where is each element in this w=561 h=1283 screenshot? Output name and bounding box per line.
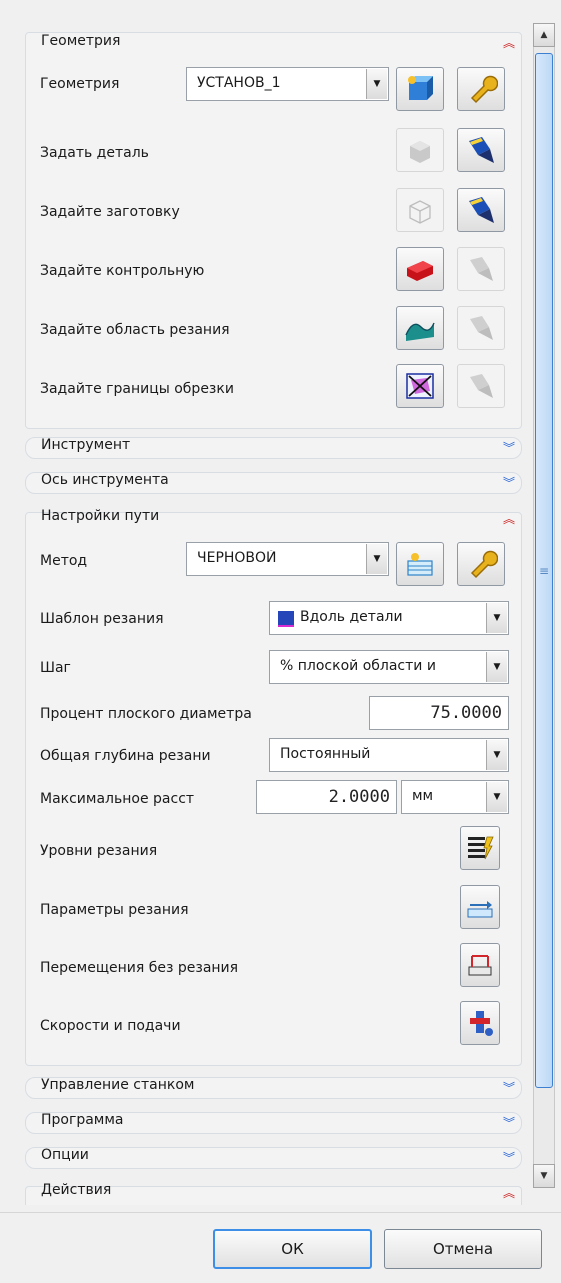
- method-select-value: ЧЕРНОВОЙ: [197, 550, 277, 566]
- expand-machine-control-icon[interactable]: ︾: [503, 1081, 515, 1095]
- trim-boundary-icon: [406, 373, 434, 399]
- new-geometry-icon: [408, 76, 433, 100]
- flat-diameter-percent-input[interactable]: 75.0000: [369, 696, 509, 730]
- chevron-down-icon[interactable]: ▼: [366, 69, 387, 99]
- flashlight-icon: [469, 197, 494, 223]
- expand-tool-icon[interactable]: ︾: [503, 441, 515, 455]
- specify-blank-label: Задайте заготовку: [40, 204, 180, 220]
- select-part-button[interactable]: [457, 128, 505, 172]
- feeds-speeds-button[interactable]: [460, 1001, 500, 1045]
- wrench-icon: [470, 550, 498, 579]
- total-depth-value: Постоянный: [280, 746, 371, 762]
- cut-parameters-icon: [467, 901, 493, 918]
- chevron-down-icon[interactable]: ▼: [366, 544, 387, 574]
- max-distance-input[interactable]: 2.0000: [256, 780, 397, 814]
- max-distance-label: Максимальное расст: [40, 791, 195, 807]
- scroll-up-button[interactable]: ▲: [533, 23, 555, 47]
- flat-diameter-percent-label: Процент плоского диаметра: [40, 706, 252, 722]
- geometry-label: Геометрия: [40, 76, 120, 92]
- ok-button[interactable]: ОК: [213, 1229, 372, 1269]
- geometry-select-value: УСТАНОВ_1: [197, 75, 281, 91]
- display-blank-button[interactable]: [396, 188, 444, 232]
- edit-geometry-button[interactable]: [457, 67, 505, 111]
- total-depth-label: Общая глубина резани: [40, 748, 211, 764]
- collapse-path-settings-icon[interactable]: ︽: [503, 512, 515, 526]
- scroll-thumb[interactable]: ≡: [535, 53, 553, 1088]
- new-geometry-button[interactable]: [396, 67, 444, 111]
- specify-part-label: Задать деталь: [40, 145, 149, 161]
- chevron-down-icon[interactable]: ▼: [486, 740, 507, 770]
- cut-parameters-button[interactable]: [460, 885, 500, 929]
- feeds-speeds-label: Скорости и подачи: [40, 1018, 181, 1034]
- wrench-icon: [470, 75, 498, 104]
- stepover-label: Шаг: [40, 660, 71, 676]
- follow-part-icon: [278, 611, 294, 627]
- stepover-value: % плоской области и: [280, 658, 436, 674]
- section-title-geometry[interactable]: Геометрия: [41, 33, 120, 49]
- chevron-down-icon[interactable]: ▼: [486, 652, 507, 682]
- expand-tool-axis-icon[interactable]: ︾: [503, 476, 515, 490]
- section-title-machine-control[interactable]: Управление станком: [41, 1077, 194, 1093]
- grip-icon: ≡: [538, 563, 550, 578]
- display-check-button[interactable]: [396, 247, 444, 291]
- section-title-path-settings[interactable]: Настройки пути: [41, 508, 159, 524]
- stepover-select[interactable]: % плоской области и ▼: [269, 650, 509, 684]
- flashlight-disabled-icon: [470, 374, 493, 398]
- footer-divider: [0, 1212, 561, 1213]
- chevron-down-icon[interactable]: ▼: [486, 603, 507, 633]
- max-distance-unit-select[interactable]: мм ▼: [401, 780, 509, 814]
- select-blank-button[interactable]: [457, 188, 505, 232]
- cut-parameters-label: Параметры резания: [40, 902, 189, 918]
- select-trim-boundaries-button[interactable]: [457, 364, 505, 408]
- cube-wireframe-icon: [409, 200, 431, 224]
- expand-program-icon[interactable]: ︾: [503, 1116, 515, 1130]
- section-title-actions[interactable]: Действия: [41, 1182, 111, 1198]
- specify-cut-area-label: Задайте область резания: [40, 322, 230, 338]
- collapse-actions-icon[interactable]: ︽: [503, 1186, 515, 1200]
- select-check-button[interactable]: [457, 247, 505, 291]
- section-title-program[interactable]: Программа: [41, 1112, 124, 1128]
- cut-area-icon: [405, 322, 435, 341]
- display-cut-area-button[interactable]: [396, 306, 444, 350]
- method-label: Метод: [40, 553, 88, 569]
- expand-options-icon[interactable]: ︾: [503, 1151, 515, 1165]
- non-cutting-moves-label: Перемещения без резания: [40, 960, 239, 976]
- select-cut-area-button[interactable]: [457, 306, 505, 350]
- collapse-geometry-icon[interactable]: ︽: [503, 36, 515, 50]
- cut-levels-label: Уровни резания: [40, 843, 158, 859]
- total-depth-select[interactable]: Постоянный ▼: [269, 738, 509, 772]
- flashlight-icon: [469, 137, 494, 163]
- flashlight-disabled-icon: [470, 316, 493, 340]
- specify-trim-boundaries-label: Задайте границы обрезки: [40, 381, 234, 397]
- specify-check-label: Задайте контрольную: [40, 263, 205, 279]
- check-geometry-icon: [407, 261, 433, 281]
- flashlight-disabled-icon: [470, 257, 493, 281]
- non-cutting-moves-button[interactable]: [460, 943, 500, 987]
- display-part-button[interactable]: [396, 128, 444, 172]
- options-section-header[interactable]: [25, 1147, 522, 1169]
- section-title-tool-axis[interactable]: Ось инструмента: [41, 472, 169, 488]
- cut-levels-button[interactable]: [460, 826, 500, 870]
- edit-method-button[interactable]: [457, 542, 505, 586]
- section-title-options[interactable]: Опции: [41, 1147, 89, 1163]
- section-title-tool[interactable]: Инструмент: [41, 437, 130, 453]
- cut-pattern-label: Шаблон резания: [40, 611, 164, 627]
- cut-levels-icon: [468, 836, 494, 860]
- new-method-button[interactable]: [396, 542, 444, 586]
- new-method-icon: [407, 553, 433, 576]
- feeds-speeds-icon: [470, 1011, 493, 1036]
- geometry-select[interactable]: УСТАНОВ_1 ▼: [186, 67, 389, 101]
- chevron-down-icon[interactable]: ▼: [486, 782, 507, 812]
- cancel-button[interactable]: Отмена: [384, 1229, 542, 1269]
- cube-solid-icon: [410, 141, 430, 163]
- max-distance-unit-value: мм: [412, 788, 434, 804]
- scroll-down-button[interactable]: ▼: [533, 1164, 555, 1188]
- cut-pattern-select[interactable]: Вдоль детали ▼: [269, 601, 509, 635]
- non-cutting-moves-icon: [468, 955, 492, 976]
- cut-pattern-value: Вдоль детали: [300, 609, 403, 625]
- display-trim-boundaries-button[interactable]: [396, 364, 444, 408]
- method-select[interactable]: ЧЕРНОВОЙ ▼: [186, 542, 389, 576]
